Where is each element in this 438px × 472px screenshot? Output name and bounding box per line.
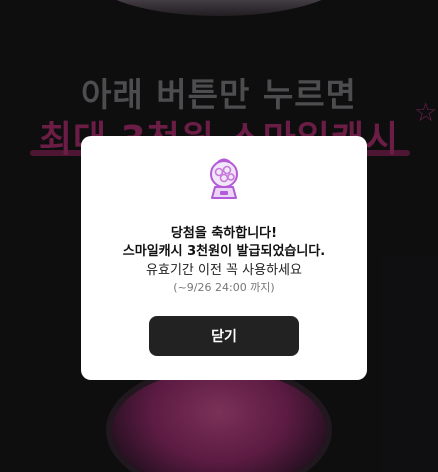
win-dialog: 당첨을 축하합니다! 스마일캐시 3천원이 발급되었습니다. 유효기간 이전 꼭…: [81, 136, 367, 380]
close-button[interactable]: 닫기: [149, 316, 299, 356]
expiry-reminder: 유효기간 이전 꼭 사용하세요: [146, 263, 302, 278]
expiry-date-note: (~9/26 24:00 까지): [173, 281, 275, 294]
congrats-title: 당첨을 축하합니다!: [170, 226, 278, 241]
gumball-machine-icon: [210, 158, 238, 199]
issued-message: 스마일캐시 3천원이 발급되었습니다.: [122, 244, 326, 259]
